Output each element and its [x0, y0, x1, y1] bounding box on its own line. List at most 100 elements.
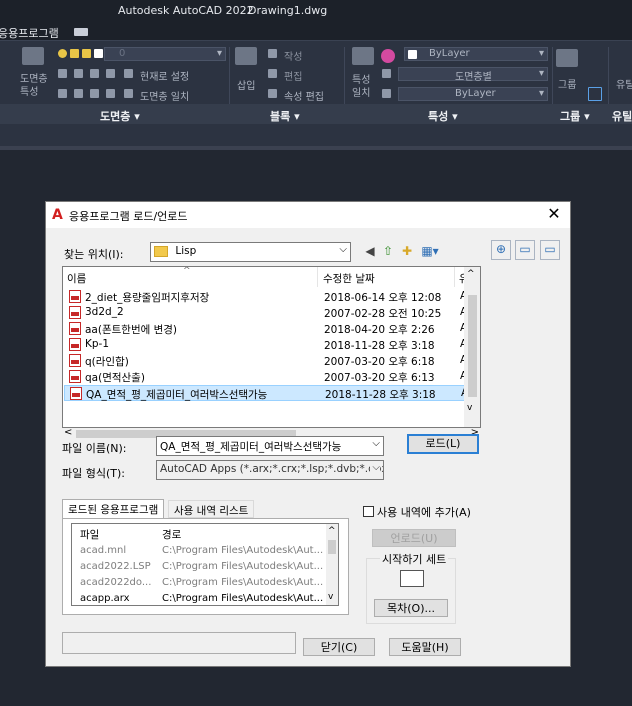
- lightbulb-icon[interactable]: [58, 49, 67, 58]
- unload-button[interactable]: 언로드(U): [372, 529, 456, 547]
- layer-properties-icon[interactable]: [22, 47, 44, 65]
- sun-icon[interactable]: [70, 49, 79, 58]
- scroll-down-icon[interactable]: v: [467, 403, 472, 413]
- loaded-app-row[interactable]: acapp.arx C:\Program Files\Autodesk\Aut.…: [72, 592, 327, 605]
- edit-block-icon[interactable]: [268, 69, 277, 78]
- column-header-path[interactable]: 경로: [162, 527, 181, 542]
- file-name: Kp-1: [85, 338, 110, 350]
- layer-tool-icon[interactable]: [74, 89, 83, 98]
- file-row[interactable]: Kp-1 2018-11-28 오후 3:18 A(: [64, 337, 479, 353]
- file-list-vscrollbar[interactable]: ^ v: [464, 267, 480, 427]
- layer-properties-label[interactable]: 도면층 특성: [20, 73, 48, 99]
- utilities-label[interactable]: 유틸: [616, 76, 632, 91]
- loaded-app-row[interactable]: acad.mnl C:\Program Files\Autodesk\Aut..…: [72, 544, 327, 560]
- create-label[interactable]: 작성: [284, 48, 302, 63]
- look-in-dropdown[interactable]: Lisp ⌵: [150, 242, 351, 262]
- column-header-file[interactable]: 파일: [80, 527, 99, 542]
- file-name-input[interactable]: QA_면적_평_제곱미터_여러박스선택가능 ⌵: [156, 436, 384, 456]
- utilities-panel-title[interactable]: 유틸: [612, 108, 632, 124]
- linetype-icon[interactable]: [382, 69, 391, 78]
- create-block-icon[interactable]: [268, 49, 277, 58]
- layer-tool-icon[interactable]: [106, 89, 115, 98]
- column-header-name[interactable]: 이름: [67, 271, 86, 286]
- scroll-up-icon[interactable]: ^: [467, 269, 475, 279]
- layer-tool-icon[interactable]: [124, 69, 133, 78]
- menu-fragment[interactable]: 응용프로그램: [0, 25, 59, 41]
- scroll-thumb[interactable]: [468, 295, 477, 397]
- ribbon-panel-titles: 도면층 ▾ 블록 ▾ 특성 ▾ 그룹 ▾ 유틸: [0, 104, 632, 124]
- match-properties-icon[interactable]: [352, 47, 374, 65]
- layer-tool-icon[interactable]: [124, 89, 133, 98]
- add-history-checkbox[interactable]: [363, 506, 374, 517]
- scroll-up-icon[interactable]: ^: [328, 526, 336, 536]
- file-type-select[interactable]: AutoCAD Apps (*.arx;*.crx;*.lsp;*.dvb;*.…: [156, 460, 384, 480]
- scroll-thumb[interactable]: [328, 540, 336, 554]
- set-current-label[interactable]: 현재로 설정: [140, 68, 189, 83]
- file-date: 2007-03-20 오후 6:13: [324, 372, 435, 384]
- group-panel-title[interactable]: 그룹 ▾: [560, 108, 590, 124]
- color-wheel-icon[interactable]: [381, 49, 395, 63]
- group-icon[interactable]: [556, 49, 578, 67]
- loaded-apps-list[interactable]: 파일 경로 acad.mnl C:\Program Files\Autodesk…: [71, 523, 339, 606]
- layer-tool-icon[interactable]: [90, 89, 99, 98]
- insert-block-icon[interactable]: [235, 47, 257, 65]
- web-search-icon[interactable]: ⊕: [491, 240, 511, 260]
- attribute-edit-icon[interactable]: [268, 89, 277, 98]
- chevron-down-icon: ▾: [538, 88, 544, 99]
- contents-button[interactable]: 목차(O)...: [374, 599, 448, 617]
- new-folder-icon[interactable]: ✚: [399, 243, 415, 259]
- workspace-icon[interactable]: [74, 28, 88, 36]
- layer-panel-title[interactable]: 도면층 ▾: [100, 108, 140, 124]
- insert-label[interactable]: 삽입: [237, 77, 255, 92]
- help-button[interactable]: 도움말(H): [389, 638, 461, 656]
- close-button[interactable]: 닫기(C): [303, 638, 375, 656]
- file-row-selected[interactable]: QA_면적_평_제곱미터_여러박스선택가능 2018-11-28 오후 3:18…: [64, 385, 479, 401]
- add-location-icon[interactable]: ▭: [540, 240, 560, 260]
- file-row[interactable]: aa(폰트한번에 변경) 2018-04-20 오후 2:26 A(: [64, 321, 479, 337]
- file-name: 2_diet_용량줄임퍼지후저장: [85, 292, 210, 304]
- edit-label[interactable]: 편집: [284, 68, 302, 83]
- loaded-app-row[interactable]: acad2022do... C:\Program Files\Autodesk\…: [72, 576, 327, 592]
- load-button[interactable]: 로드(L): [407, 434, 479, 454]
- lock-icon[interactable]: [82, 49, 91, 58]
- file-row[interactable]: 2_diet_용량줄임퍼지후저장 2018-06-14 오후 12:08 A(: [64, 289, 479, 305]
- color-combo[interactable]: ByLayer ▾: [404, 47, 548, 61]
- scroll-left-icon[interactable]: <: [64, 427, 72, 438]
- find-icon[interactable]: ▭: [515, 240, 535, 260]
- loaded-app-row[interactable]: acad2022.LSP C:\Program Files\Autodesk\A…: [72, 560, 327, 576]
- file-list[interactable]: 이름 ^ 수정한 날짜 유 2_diet_용량줄임퍼지후저장 2018-06-1…: [62, 266, 481, 428]
- lineweight-icon[interactable]: [382, 89, 391, 98]
- file-row[interactable]: q(라인합) 2007-03-20 오후 6:18 A(: [64, 353, 479, 369]
- column-divider: [317, 267, 318, 287]
- layer-tool-icon[interactable]: [90, 69, 99, 78]
- layer-match-label[interactable]: 도면층 일치: [140, 88, 189, 103]
- close-icon[interactable]: ✕: [544, 204, 564, 224]
- properties-panel-title[interactable]: 특성 ▾: [428, 108, 458, 124]
- group-label[interactable]: 그룹: [558, 76, 576, 91]
- group-select-icon[interactable]: [588, 87, 602, 101]
- layer-tool-icon[interactable]: [58, 69, 67, 78]
- tab-loaded-apps[interactable]: 로드된 응용프로그램: [62, 499, 165, 519]
- file-row[interactable]: qa(면적산출) 2007-03-20 오후 6:13 A(: [64, 369, 479, 385]
- column-header-date[interactable]: 수정한 날짜: [323, 271, 375, 286]
- match-properties-label[interactable]: 특성 일치: [352, 74, 370, 100]
- layer-tool-icon[interactable]: [58, 89, 67, 98]
- tab-history-list[interactable]: 사용 내역 리스트: [168, 500, 255, 518]
- views-icon[interactable]: ▦▾: [419, 243, 441, 259]
- lineweight-combo[interactable]: ByLayer ▾: [398, 87, 548, 101]
- column-divider: [454, 267, 455, 287]
- layer-tool-icon[interactable]: [106, 69, 115, 78]
- file-row[interactable]: 3d2d_2 2007-02-28 오전 10:25 A(: [64, 305, 479, 321]
- add-history-label[interactable]: 사용 내역에 추가(A): [377, 504, 471, 520]
- loaded-apps-vscrollbar[interactable]: ^ v: [326, 524, 338, 605]
- dialog-title: 응용프로그램 로드/언로드: [69, 210, 188, 223]
- file-name-value: QA_면적_평_제곱미터_여러박스선택가능: [160, 441, 342, 453]
- linetype-combo[interactable]: 도면층별 ▾: [398, 67, 548, 83]
- up-folder-icon[interactable]: ⇧: [380, 243, 396, 259]
- back-icon[interactable]: ◀: [362, 243, 378, 259]
- attribute-edit-label[interactable]: 속성 편집: [284, 88, 324, 103]
- layer-tool-icon[interactable]: [74, 69, 83, 78]
- block-panel-title[interactable]: 블록 ▾: [270, 108, 300, 124]
- scroll-down-icon[interactable]: v: [328, 592, 333, 602]
- layer-combo[interactable]: 0 ▾: [104, 47, 226, 61]
